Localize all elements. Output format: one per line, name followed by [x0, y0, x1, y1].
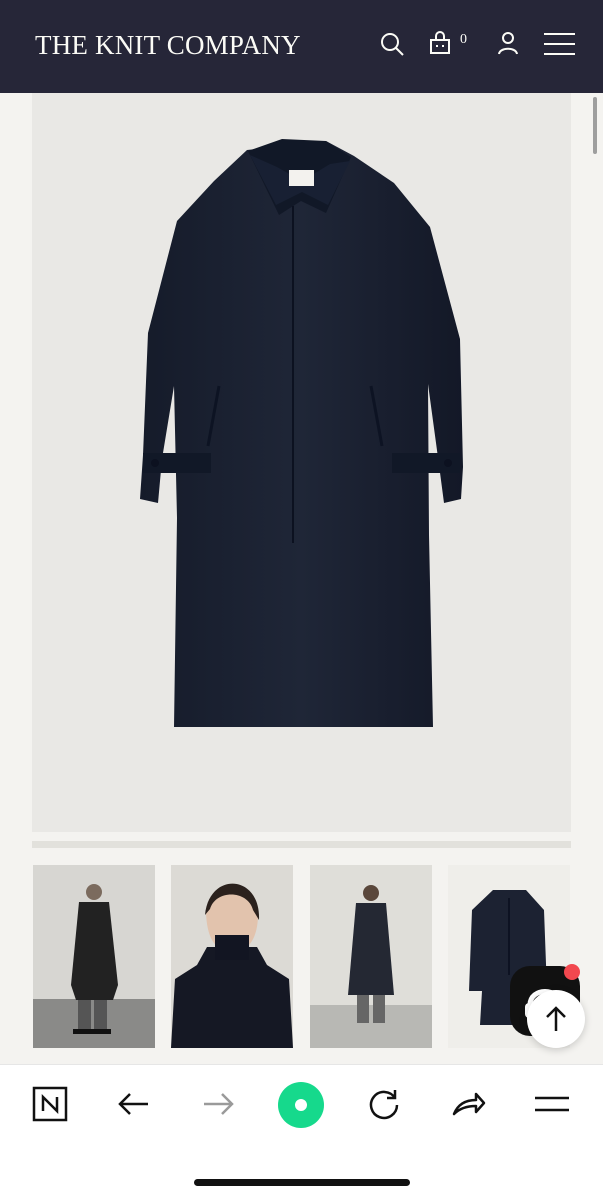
reload-icon[interactable] [366, 1086, 402, 1122]
brand-logo[interactable]: THE KNIT COMPANY [35, 30, 301, 61]
site-header: THE KNIT COMPANY 0 [0, 0, 603, 93]
shopping-bag-icon[interactable] [427, 30, 455, 58]
naver-n-icon[interactable] [32, 1086, 68, 1122]
arrow-up-icon [546, 1006, 566, 1031]
scrollbar-thumb[interactable] [593, 97, 597, 154]
back-arrow-icon[interactable] [116, 1086, 152, 1122]
home-button[interactable] [278, 1082, 324, 1128]
product-thumbnail-2[interactable] [171, 865, 293, 1048]
browser-menu-icon[interactable] [534, 1086, 570, 1122]
product-thumbnail-1[interactable] [33, 865, 155, 1048]
cart-count-badge: 0 [460, 32, 467, 47]
home-indicator [194, 1179, 410, 1186]
forward-arrow-icon[interactable] [200, 1086, 236, 1122]
main-product-image[interactable] [32, 93, 571, 832]
hamburger-menu-icon[interactable] [544, 30, 575, 58]
share-icon[interactable] [450, 1086, 486, 1122]
user-icon[interactable] [494, 30, 522, 58]
product-thumbnail-3[interactable] [310, 865, 432, 1048]
gallery-progress-track [32, 841, 571, 848]
product-page: THE KNIT COMPANY 0 [0, 0, 603, 1200]
notification-dot [564, 964, 580, 980]
home-dot-icon [291, 1095, 311, 1115]
coat-product-icon [140, 139, 463, 727]
scroll-top-button[interactable] [527, 990, 585, 1048]
search-icon[interactable] [378, 30, 406, 58]
